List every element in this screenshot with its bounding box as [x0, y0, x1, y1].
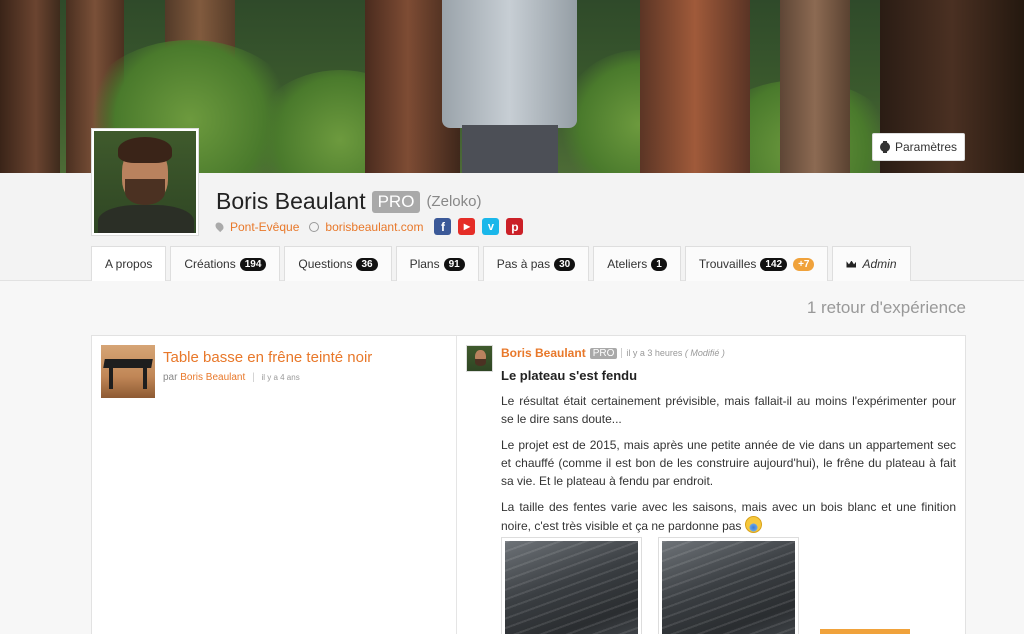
profile-name-row: Boris Beaulant PRO (Zeloko) [216, 188, 481, 215]
tab-count: 194 [239, 257, 267, 271]
vimeo-icon[interactable]: v [482, 218, 500, 235]
tab-count: 36 [356, 257, 378, 271]
tab-label: Admin [862, 257, 897, 271]
globe-icon [309, 221, 320, 232]
tab-count: 142 [760, 257, 788, 271]
tab-creations[interactable]: Créations 194 [170, 246, 281, 281]
post-photo[interactable] [658, 537, 799, 634]
project-author-link[interactable]: Boris Beaulant [180, 372, 245, 383]
post-author-avatar[interactable] [466, 345, 493, 372]
tab-plans[interactable]: Plans 91 [395, 246, 479, 281]
tab-label: Questions [298, 257, 353, 271]
settings-button[interactable]: Paramètres [872, 133, 965, 161]
tab-label: A propos [105, 257, 153, 271]
project-title-link[interactable]: Table basse en frêne teinté noir [163, 349, 372, 366]
post-title: Le plateau s'est fendu [501, 368, 638, 383]
tab-label: Créations [184, 257, 236, 271]
tab-pas-a-pas[interactable]: Pas à pas 30 [482, 246, 590, 281]
gear-icon [879, 141, 890, 153]
scream-emoji-icon [744, 516, 762, 533]
main-content: 1 retour d'expérience Table basse en frê… [0, 282, 1024, 634]
tab-a-propos[interactable]: A propos [91, 246, 167, 281]
profile-pseudo: (Zeloko) [426, 193, 482, 210]
tab-label: Pas à pas [496, 257, 551, 271]
post-header: Boris Beaulant PRO il y a 3 heures ( Mod… [501, 346, 725, 360]
project-thumbnail[interactable] [101, 345, 155, 398]
bottom-accent-bar [820, 629, 910, 634]
post-body: Le résultat était certainement prévisibl… [501, 392, 956, 543]
pro-badge-small: PRO [589, 347, 618, 359]
map-pin-icon [213, 220, 226, 233]
tab-count: 1 [651, 257, 667, 271]
tab-extra-count: +7 [793, 257, 815, 271]
post-photos [501, 537, 799, 634]
facebook-icon[interactable]: f [434, 218, 452, 235]
tab-trouvailles[interactable]: Trouvailles 142 +7 [684, 246, 829, 281]
post-paragraph: La taille des fentes varie avec les sais… [501, 498, 956, 535]
settings-label: Paramètres [894, 140, 958, 154]
post-time: il y a 3 heures ( Modifié ) [621, 348, 725, 358]
tab-ateliers[interactable]: Ateliers 1 [593, 246, 681, 281]
profile-name: Boris Beaulant [216, 188, 366, 214]
profile-avatar[interactable] [91, 128, 199, 236]
tab-label: Trouvailles [698, 257, 757, 271]
post-modified: ( Modifié ) [684, 348, 725, 358]
tab-questions[interactable]: Questions 36 [284, 246, 392, 281]
tab-count: 30 [554, 257, 576, 271]
youtube-icon[interactable]: ▶ [458, 218, 476, 235]
post-paragraph: Le résultat était certainement prévisibl… [501, 394, 956, 426]
post-paragraph: Le projet est de 2015, mais après une pe… [501, 438, 956, 488]
post-time-text: il y a 3 heures [626, 348, 683, 358]
feedback-card: Table basse en frêne teinté noir par Bor… [91, 335, 966, 634]
tab-label: Plans [409, 257, 440, 271]
tab-admin[interactable]: Admin [832, 246, 911, 281]
tab-count: 91 [443, 257, 465, 271]
feedback-count: 1 retour d'expérience [806, 298, 966, 317]
byline-prefix: par [163, 372, 178, 383]
tab-label: Ateliers [607, 257, 648, 271]
location-link[interactable]: Pont-Evêque [230, 220, 299, 234]
crown-icon [846, 260, 857, 268]
project-byline: par Boris Beaulant | il y a 4 ans [163, 372, 300, 383]
post-paragraph-text: La taille des fentes varie avec les sais… [501, 500, 956, 533]
pinterest-icon[interactable]: p [506, 218, 524, 235]
project-time: il y a 4 ans [261, 373, 300, 382]
website-link[interactable]: borisbeaulant.com [325, 220, 423, 234]
post-author-link[interactable]: Boris Beaulant [501, 346, 586, 360]
profile-tabs: A propos Créations 194 Questions 36 Plan… [91, 246, 915, 281]
profile-meta: Pont-Evêque borisbeaulant.com f ▶ v p [213, 218, 524, 235]
feedback-post: Boris Beaulant PRO il y a 3 heures ( Mod… [458, 336, 966, 634]
post-photo[interactable] [501, 537, 642, 634]
pro-badge: PRO [371, 190, 421, 213]
project-summary: Table basse en frêne teinté noir par Bor… [92, 336, 457, 634]
